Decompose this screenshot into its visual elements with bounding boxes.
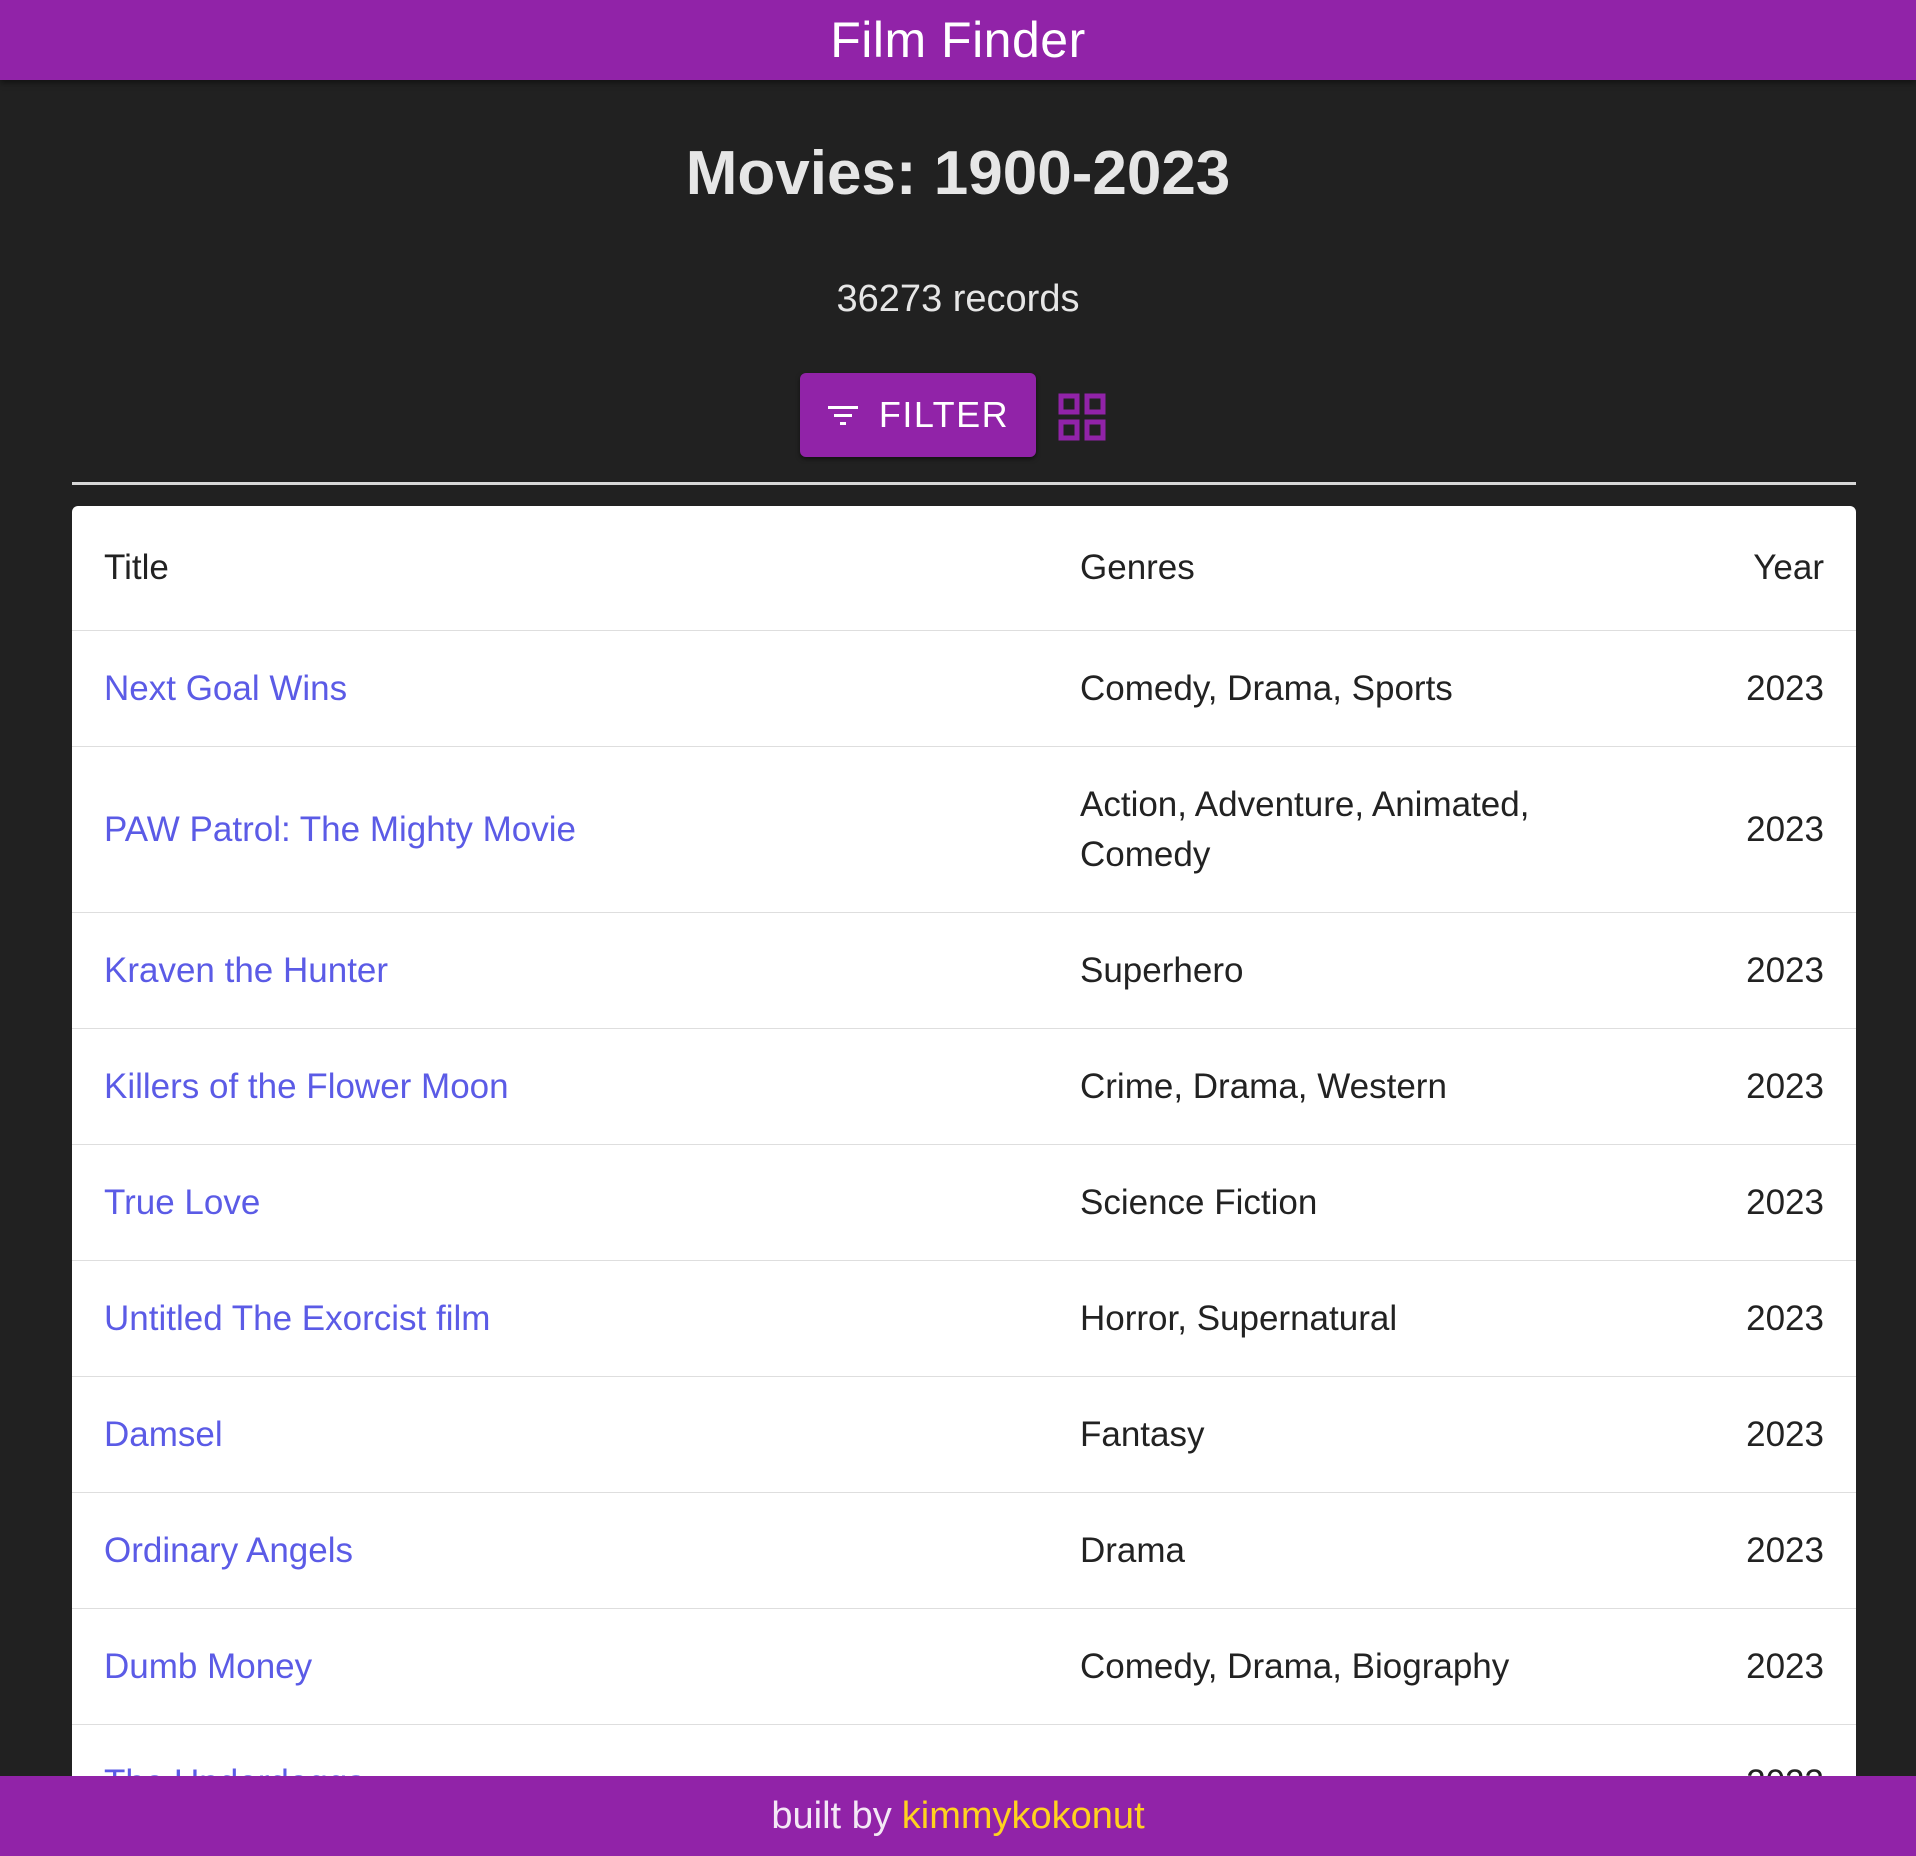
movie-title-link[interactable]: PAW Patrol: The Mighty Movie xyxy=(72,746,1048,913)
movie-title-link[interactable]: Killers of the Flower Moon xyxy=(72,1028,1048,1145)
footer-credit-label: built by xyxy=(771,1794,892,1837)
movie-year: 2023 xyxy=(1632,1028,1856,1145)
column-header-genres[interactable]: Genres xyxy=(1048,506,1632,631)
table-row: Dumb Money Comedy, Drama, Biography 2023 xyxy=(72,1608,1856,1725)
movie-year: 2023 xyxy=(1632,1608,1856,1725)
table-row: Ordinary Angels Drama 2023 xyxy=(72,1492,1856,1609)
column-header-year[interactable]: Year xyxy=(1632,506,1856,631)
grid-view-icon xyxy=(1058,393,1106,441)
movies-table: Title Genres Year Next Goal Wins Comedy,… xyxy=(72,506,1856,1841)
table-row: Damsel Fantasy 2023 xyxy=(72,1376,1856,1493)
movie-genres: Action, Adventure, Animated, Comedy xyxy=(1048,746,1632,913)
movie-title-link[interactable]: Kraven the Hunter xyxy=(72,912,1048,1029)
movie-genres: Crime, Drama, Western xyxy=(1048,1028,1632,1145)
table-row: Killers of the Flower Moon Crime, Drama,… xyxy=(72,1028,1856,1145)
grid-view-button[interactable] xyxy=(1058,393,1106,441)
table-row: Kraven the Hunter Superhero 2023 xyxy=(72,912,1856,1029)
filter-list-icon xyxy=(827,403,859,427)
table-row: PAW Patrol: The Mighty Movie Action, Adv… xyxy=(72,746,1856,913)
table-header-row: Title Genres Year xyxy=(72,506,1856,631)
filter-button[interactable]: FILTER xyxy=(800,373,1036,457)
movie-title-link[interactable]: Damsel xyxy=(72,1376,1048,1493)
footer: built by kimmykokonut xyxy=(0,1776,1916,1856)
movie-genres: Drama xyxy=(1048,1492,1632,1609)
table-row: True Love Science Fiction 2023 xyxy=(72,1144,1856,1261)
movie-title-link[interactable]: True Love xyxy=(72,1144,1048,1261)
filter-label: FILTER xyxy=(878,394,1010,435)
movie-title-link[interactable]: Ordinary Angels xyxy=(72,1492,1048,1609)
movie-title-link[interactable]: Next Goal Wins xyxy=(72,630,1048,747)
movie-year: 2023 xyxy=(1632,912,1856,1029)
author-link[interactable]: kimmykokonut xyxy=(902,1795,1145,1838)
app-bar: Film Finder xyxy=(0,0,1916,80)
movie-genres: Science Fiction xyxy=(1048,1144,1632,1261)
movie-title-link[interactable]: Dumb Money xyxy=(72,1608,1048,1725)
app-title: Film Finder xyxy=(830,12,1086,68)
column-header-title[interactable]: Title xyxy=(72,506,1048,631)
page-heading: Movies: 1900-2023 xyxy=(685,139,1231,208)
movies-table-card: Title Genres Year Next Goal Wins Comedy,… xyxy=(72,506,1856,1856)
record-count: 36273 records xyxy=(836,278,1080,320)
movie-year: 2023 xyxy=(1632,1492,1856,1609)
movie-year: 2023 xyxy=(1632,630,1856,747)
movie-genres: Comedy, Drama, Sports xyxy=(1048,630,1632,747)
movie-genres: Fantasy xyxy=(1048,1376,1632,1493)
movie-genres: Superhero xyxy=(1048,912,1632,1029)
movie-year: 2023 xyxy=(1632,1376,1856,1493)
movie-title-link[interactable]: Untitled The Exorcist film xyxy=(72,1260,1048,1377)
movie-year: 2023 xyxy=(1632,1144,1856,1261)
movie-year: 2023 xyxy=(1632,1260,1856,1377)
movie-year: 2023 xyxy=(1632,746,1856,913)
divider xyxy=(72,482,1856,485)
movie-genres: Comedy, Drama, Biography xyxy=(1048,1608,1632,1725)
movie-genres: Horror, Supernatural xyxy=(1048,1260,1632,1377)
table-row: Untitled The Exorcist film Horror, Super… xyxy=(72,1260,1856,1377)
table-row: Next Goal Wins Comedy, Drama, Sports 202… xyxy=(72,630,1856,747)
